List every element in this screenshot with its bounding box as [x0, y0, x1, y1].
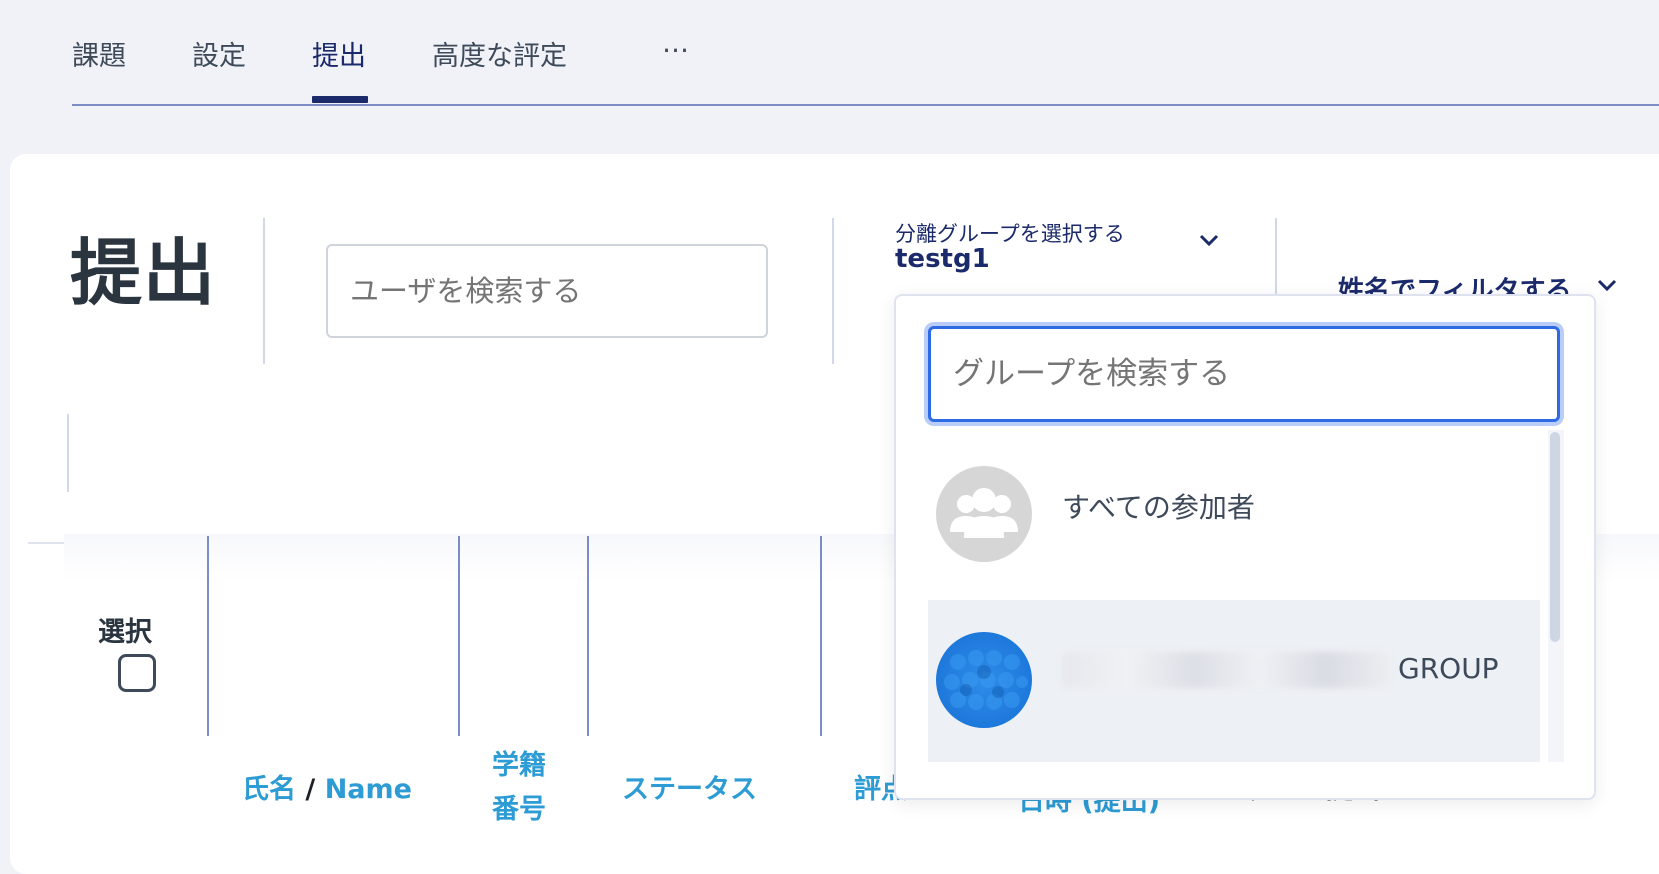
- group-dropdown: すべての参加者 GROUP: [894, 294, 1596, 800]
- more-tabs-menu[interactable]: …: [662, 28, 689, 59]
- user-search-input[interactable]: [326, 244, 768, 338]
- column-divider: [207, 536, 209, 736]
- group-selector-value[interactable]: testg1: [895, 244, 990, 274]
- group-option-label-suffix: GROUP: [1398, 652, 1499, 685]
- chevron-down-icon[interactable]: [1196, 230, 1222, 250]
- column-header-status[interactable]: ステータス: [622, 768, 757, 812]
- active-tab-indicator: [312, 96, 368, 103]
- dropdown-scrollbar-thumb[interactable]: [1550, 432, 1560, 642]
- tab-submissions[interactable]: 提出: [312, 34, 366, 73]
- column-header-name[interactable]: 氏名 / Name: [242, 768, 412, 812]
- tab-settings[interactable]: 設定: [192, 34, 246, 73]
- group-option-label: GROUP: [1062, 652, 1499, 688]
- column-header-name-label-en[interactable]: Name: [325, 774, 412, 805]
- obscured-group-name: [1062, 652, 1392, 688]
- group-option-all-participants[interactable]: すべての参加者: [928, 434, 1540, 594]
- tab-assignment[interactable]: 課題: [72, 34, 126, 73]
- secondary-navigation: 課題 設定 提出 高度な評定 …: [72, 0, 1659, 106]
- header-divider: [832, 218, 834, 364]
- column-header-name-label[interactable]: 氏名: [242, 774, 296, 805]
- group-picture: [936, 632, 1032, 728]
- column-divider: [820, 536, 822, 736]
- column-divider: [458, 536, 460, 736]
- group-option-label: すべての参加者: [1062, 491, 1255, 524]
- header-divider: [263, 218, 265, 364]
- column-header-name-separator: /: [305, 774, 316, 805]
- column-header-student-id-line2[interactable]: 番号: [492, 788, 546, 832]
- group-option[interactable]: GROUP: [928, 600, 1540, 762]
- page-title: 提出: [70, 231, 217, 315]
- tab-advanced-grading[interactable]: 高度な評定: [432, 34, 567, 73]
- select-column-header: 選択: [98, 617, 152, 648]
- row-divider: [67, 414, 69, 492]
- group-icon: [936, 466, 1032, 562]
- group-search-input[interactable]: [928, 326, 1560, 422]
- column-divider: [587, 536, 589, 736]
- column-header-student-id[interactable]: 学籍 番号: [492, 744, 546, 832]
- select-all-checkbox[interactable]: [118, 654, 156, 692]
- column-header-student-id-line1[interactable]: 学籍: [492, 744, 546, 788]
- chevron-down-icon[interactable]: [1595, 276, 1619, 294]
